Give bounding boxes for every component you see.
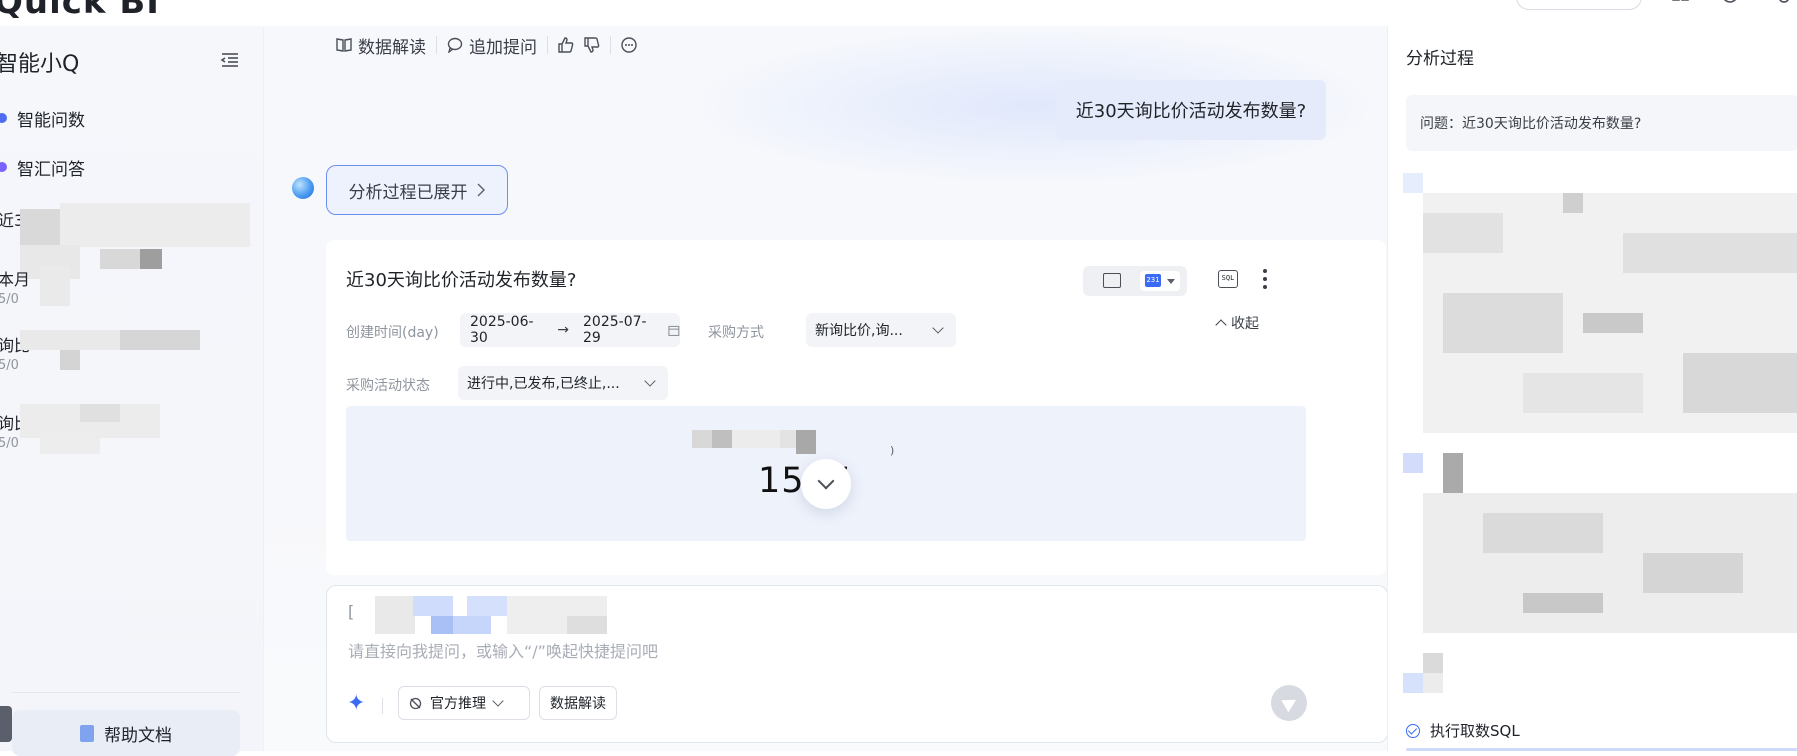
history-item[interactable]: 询比 5/0 — [0, 326, 263, 376]
scroll-down-button[interactable] — [801, 459, 851, 509]
official-reasoning-chip[interactable]: 官方推理 — [398, 686, 530, 720]
date-range-picker[interactable]: 2025-06-30 → 2025-07-29 — [460, 313, 680, 347]
chevron-right-icon — [477, 183, 485, 197]
procurement-method-select[interactable]: 新询比价,询... — [806, 313, 956, 347]
top-search-box[interactable] — [1516, 0, 1642, 10]
kpi-label-paren: ) — [890, 444, 895, 457]
feedback-tab-icon[interactable] — [0, 706, 12, 742]
chevron-up-icon — [1215, 319, 1227, 331]
sql-icon[interactable]: SQL — [1218, 270, 1238, 288]
thumbs-up-button[interactable] — [548, 37, 584, 53]
more-horizontal-icon — [621, 37, 637, 53]
ai-spark-icon[interactable]: ✦ — [347, 691, 365, 716]
help-docs-button[interactable]: 帮助文档 — [12, 710, 240, 756]
history-item[interactable]: 近3( — [0, 203, 263, 279]
assistant-avatar — [292, 177, 314, 199]
procurement-method-label: 采购方式 — [708, 325, 764, 341]
sidebar-item-label: 智能问数 — [17, 110, 85, 131]
follow-up-button[interactable]: 追加提问 — [437, 33, 547, 58]
procurement-method-value: 新询比价,询... — [815, 323, 903, 339]
send-arrow-icon — [1281, 693, 1300, 713]
analysis-pill-label: 分析过程已展开 — [348, 182, 468, 203]
kpi-view-dropdown[interactable]: 231 — [1140, 271, 1180, 291]
settings-icon[interactable] — [1775, 0, 1793, 6]
execute-sql-step[interactable]: 执行取数SQL — [1406, 720, 1520, 741]
chevron-down-icon — [644, 375, 656, 387]
caret-down-icon — [1167, 279, 1175, 284]
view-toggle: 231 — [1083, 266, 1187, 296]
created-time-label: 创建时间(day) — [346, 325, 439, 341]
chat-bubble-icon — [447, 37, 463, 53]
date-start: 2025-06-30 — [470, 314, 534, 346]
grid-icon[interactable] — [1672, 0, 1690, 6]
calendar-icon — [668, 325, 680, 336]
analysis-question: 问题：近30天询比价活动发布数量? — [1406, 95, 1797, 151]
history-item[interactable]: 询比 5/0 — [0, 404, 263, 454]
activity-status-select[interactable]: 进行中,已发布,已终止,... — [458, 366, 668, 400]
chevron-down-icon — [817, 472, 835, 490]
official-reasoning-label: 官方推理 — [430, 696, 486, 712]
thumbs-down-button[interactable] — [584, 37, 610, 53]
app-logo: Quick BI — [0, 0, 160, 22]
analysis-process-toggle[interactable]: 分析过程已展开 — [326, 165, 508, 215]
more-vertical-icon[interactable] — [1262, 269, 1268, 289]
activity-status-value: 进行中,已发布,已终止,... — [467, 376, 620, 392]
more-options-button[interactable] — [611, 37, 647, 53]
collapse-label: 收起 — [1231, 316, 1259, 332]
data-interpret-chip[interactable]: 数据解读 — [539, 686, 617, 720]
follow-up-label: 追加提问 — [469, 37, 537, 58]
user-message-bubble: 近30天询比价活动发布数量? — [1056, 80, 1326, 140]
document-icon — [80, 724, 94, 742]
send-button[interactable] — [1271, 685, 1307, 721]
analysis-panel-title: 分析过程 — [1406, 49, 1474, 69]
sidebar-item-label: 智汇问答 — [17, 159, 85, 180]
analysis-panel: 分析过程 问题：近30天询比价活动发布数量? 执行取数SQL — [1387, 26, 1797, 751]
book-icon — [336, 38, 352, 52]
history-item[interactable]: 本月 5/0 — [0, 266, 263, 307]
help-docs-label: 帮助文档 — [104, 725, 172, 746]
date-arrow: → — [557, 322, 570, 338]
thumbs-up-icon — [558, 37, 574, 53]
activity-status-label: 采购活动状态 — [346, 378, 430, 394]
kpi-chart-icon: 231 — [1145, 274, 1161, 287]
result-title: 近30天询比价活动发布数量? — [346, 270, 577, 291]
result-card: 近30天询比价活动发布数量? 231 SQL 创建时间(day) 2025-06… — [326, 240, 1386, 575]
input-placeholder: 请直接向我提问，或输入“/”唤起快捷提问吧 — [348, 642, 658, 661]
date-end: 2025-07-29 — [583, 314, 647, 346]
top-bar: Quick BI — [0, 0, 1797, 27]
message-action-bar: 数据解读 追加提问 — [326, 30, 647, 60]
chevron-down-icon — [932, 322, 944, 334]
table-view-icon[interactable] — [1103, 273, 1121, 288]
bell-icon[interactable] — [1721, 0, 1739, 6]
reasoning-icon — [409, 697, 422, 709]
data-interpret-button[interactable]: 数据解读 — [326, 33, 436, 58]
sidebar: 智能小Q 智能问数 智汇问答 近3( 本月 5/0 询比 5/0 询比 5/0 — [0, 26, 264, 756]
knowledge-qa-icon — [0, 162, 7, 172]
data-interpret-chip-label: 数据解读 — [550, 696, 606, 712]
chevron-down-icon — [492, 695, 504, 707]
chat-main: 数据解读 追加提问 近30天询比价活动发布数量? 分析过程已展开 近30天询比价… — [264, 26, 1387, 751]
sidebar-item-smart-query[interactable]: 智能问数 — [0, 103, 85, 133]
thumbs-down-icon — [584, 37, 600, 53]
sidebar-divider — [12, 692, 240, 693]
typed-text: [ — [348, 602, 355, 621]
input-separator — [382, 698, 383, 714]
chat-data-icon — [0, 113, 7, 123]
sidebar-item-knowledge-qa[interactable]: 智汇问答 — [0, 152, 85, 182]
execute-sql-label: 执行取数SQL — [1430, 722, 1520, 740]
check-circle-icon — [1406, 723, 1420, 738]
data-interpret-label: 数据解读 — [358, 37, 426, 58]
collapse-filters-button[interactable]: 收起 — [1215, 313, 1259, 333]
chat-input-box[interactable]: [ 请直接向我提问，或输入“/”唤起快捷提问吧 ✦ 官方推理 数据解读 — [326, 585, 1387, 743]
collapse-sidebar-icon[interactable] — [220, 50, 240, 70]
sidebar-title: 智能小Q — [0, 52, 80, 77]
